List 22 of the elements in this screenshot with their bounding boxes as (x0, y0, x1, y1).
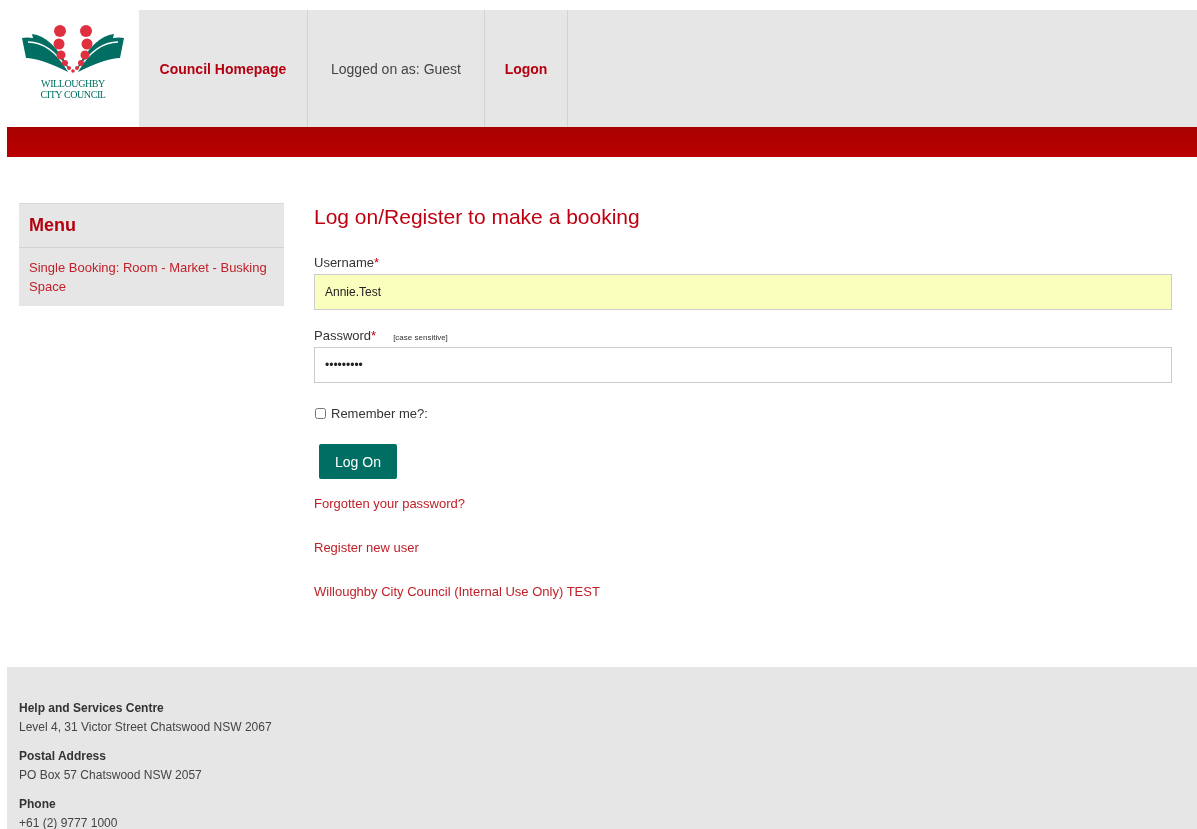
field-label: Password* (314, 328, 377, 343)
logo-text: WILLOUGHBY (41, 78, 105, 89)
checkbox[interactable] (315, 408, 326, 419)
footer-text: Level 4, 31 Victor Street Chatswood NSW 2067 (19, 719, 273, 736)
footer-heading: Postal Address (19, 748, 107, 765)
checkbox-label: Remember me?: (331, 406, 428, 421)
sidebar-title: Menu (19, 204, 284, 248)
logo-text: CITY COUNCIL (40, 89, 106, 100)
input-field[interactable]: Annie.Test (314, 274, 1172, 310)
link[interactable]: Register new user (314, 540, 419, 555)
footer-text: PO Box 57 Chatswood NSW 2057 (19, 767, 203, 784)
footer-heading: Phone (19, 796, 57, 813)
field-label: Username* (314, 255, 380, 270)
log-on-button[interactable]: Log On (319, 444, 397, 479)
link[interactable]: Forgotten your password? (314, 496, 466, 511)
footer-text: +61 (2) 9777 1000 (19, 815, 119, 829)
sidebar-link[interactable]: Single Booking: Room - Market - Busking Space (19, 248, 284, 306)
link[interactable]: Willoughby City Council (Internal Use Only) TEST (314, 584, 600, 599)
input-field[interactable]: ••••••••• (314, 347, 1172, 383)
hint-text: [case sensitive] (393, 333, 448, 342)
page-title: Log on/Register to make a booking (314, 205, 641, 229)
footer-heading: Help and Services Centre (19, 700, 165, 717)
